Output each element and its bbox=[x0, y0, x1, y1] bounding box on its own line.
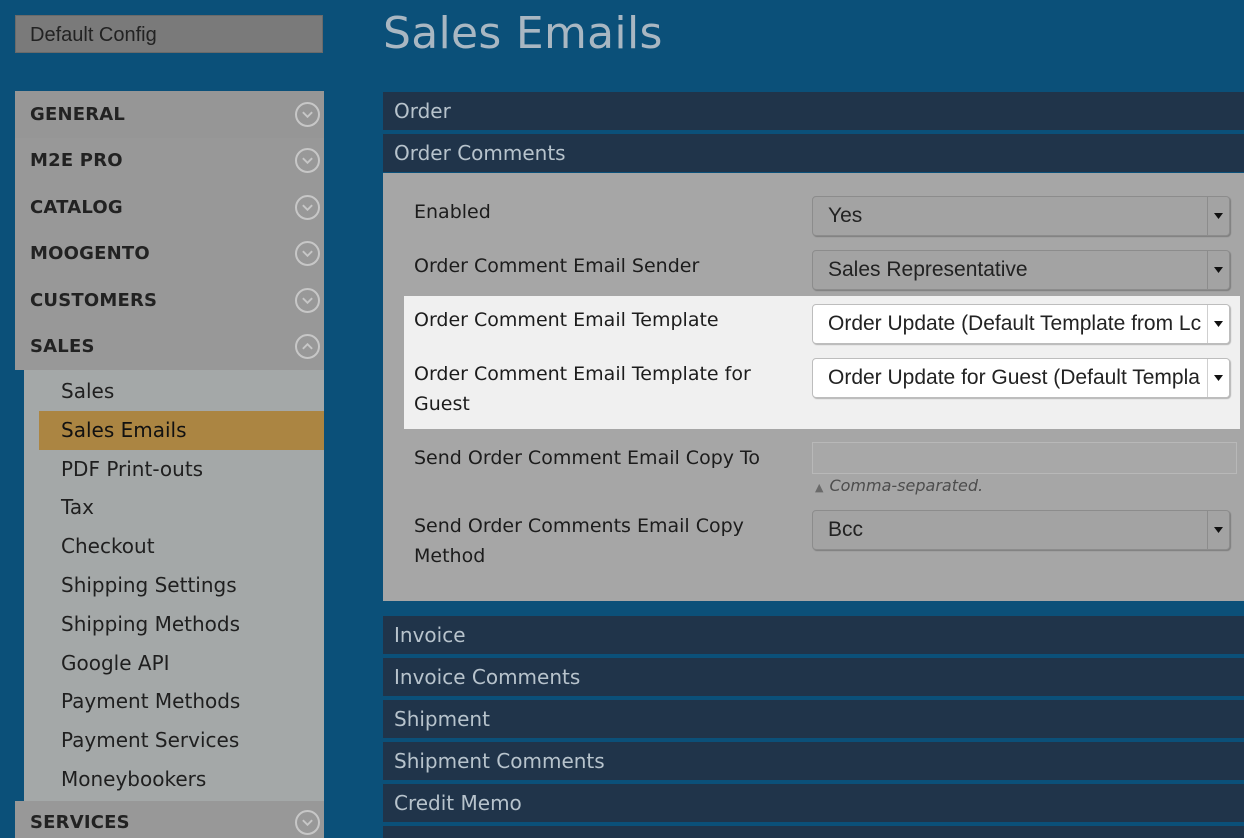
template-select[interactable]: Order Update (Default Template from Lc bbox=[812, 304, 1230, 344]
template-value: Order Update (Default Template from Lc bbox=[828, 312, 1202, 335]
sidebar-item-payment-services[interactable]: Payment Services bbox=[24, 721, 324, 760]
sidebar-item-moneybookers[interactable]: Moneybookers bbox=[24, 760, 324, 799]
enabled-label: Enabled bbox=[414, 201, 491, 223]
enabled-select[interactable]: Yes bbox=[812, 196, 1230, 236]
copy-to-hint: ▲ Comma-separated. bbox=[815, 476, 983, 498]
sidebar-group-services[interactable]: SERVICES bbox=[15, 800, 324, 838]
sidebar-item-checkout[interactable]: Checkout bbox=[24, 527, 324, 566]
enabled-value: Yes bbox=[828, 204, 863, 227]
template-label: Order Comment Email Template bbox=[414, 309, 719, 331]
sender-select[interactable]: Sales Representative bbox=[812, 250, 1230, 290]
chevron-down-icon bbox=[295, 101, 320, 127]
sidebar-group-sales[interactable]: SALES bbox=[15, 323, 324, 370]
sidebar-group-catalog[interactable]: CATALOG bbox=[15, 184, 324, 231]
sidebar-group-label: GENERAL bbox=[30, 103, 126, 125]
dropdown-arrow-icon bbox=[1207, 197, 1229, 235]
dropdown-arrow-icon bbox=[1207, 359, 1229, 397]
sidebar-item-google-api[interactable]: Google API bbox=[24, 644, 324, 683]
section-credit-memo[interactable]: Credit Memo bbox=[383, 784, 1244, 822]
page-title: Sales Emails bbox=[383, 8, 663, 59]
sidebar-group-label: SALES bbox=[30, 336, 95, 358]
section-shipment[interactable]: Shipment bbox=[383, 700, 1244, 738]
copy-to-label: Send Order Comment Email Copy To bbox=[414, 447, 761, 469]
guest-template-value: Order Update for Guest (Default Templa bbox=[828, 366, 1200, 389]
section-invoice[interactable]: Invoice bbox=[383, 616, 1244, 654]
section-invoice-comments[interactable]: Invoice Comments bbox=[383, 658, 1244, 696]
sidebar-group-customers[interactable]: CUSTOMERS bbox=[15, 277, 324, 324]
sidebar-item-shipping-methods[interactable]: Shipping Methods bbox=[24, 605, 324, 644]
sidebar-group-label: CATALOG bbox=[30, 196, 123, 218]
sales-submenu: Sales Sales Emails PDF Print-outs Tax Ch… bbox=[24, 370, 324, 801]
sidebar-group-label: MOOGENTO bbox=[30, 243, 150, 265]
chevron-down-icon bbox=[295, 287, 320, 313]
guest-template-label: Order Comment Email Template for Guest bbox=[414, 363, 751, 415]
sidebar-group-label: M2E PRO bbox=[30, 150, 123, 172]
copy-to-hint-text: Comma-separated. bbox=[829, 476, 984, 495]
copy-method-select[interactable]: Bcc bbox=[812, 510, 1230, 550]
config-sidebar: GENERAL M2E PRO CATALOG MOOGENTO CUSTOME… bbox=[15, 91, 324, 838]
dropdown-arrow-icon bbox=[1207, 305, 1229, 343]
sidebar-item-payment-methods[interactable]: Payment Methods bbox=[24, 682, 324, 721]
chevron-down-icon bbox=[295, 194, 320, 220]
sidebar-group-label: CUSTOMERS bbox=[30, 289, 158, 311]
sidebar-item-sales[interactable]: Sales bbox=[24, 372, 324, 411]
chevron-down-icon bbox=[295, 810, 320, 836]
copy-method-value: Bcc bbox=[828, 518, 864, 541]
sidebar-group-m2e-pro[interactable]: M2E PRO bbox=[15, 137, 324, 184]
copy-to-input[interactable] bbox=[812, 442, 1237, 474]
copy-method-label: Send Order Comments Email Copy Method bbox=[414, 515, 744, 567]
sidebar-item-shipping-settings[interactable]: Shipping Settings bbox=[24, 566, 324, 605]
sender-value: Sales Representative bbox=[828, 258, 1028, 281]
dropdown-arrow-icon bbox=[1207, 511, 1229, 549]
guest-template-select[interactable]: Order Update for Guest (Default Templa bbox=[812, 358, 1230, 398]
section-credit-memo-comments[interactable] bbox=[383, 826, 1244, 838]
section-order-comments[interactable]: Order Comments bbox=[383, 134, 1244, 172]
sidebar-item-sales-emails[interactable]: Sales Emails bbox=[39, 410, 324, 450]
chevron-down-icon bbox=[295, 241, 320, 267]
sidebar-group-moogento[interactable]: MOOGENTO bbox=[15, 230, 324, 277]
sidebar-item-tax[interactable]: Tax bbox=[24, 488, 324, 527]
triangle-up-icon: ▲ bbox=[815, 481, 824, 494]
dropdown-arrow-icon bbox=[1207, 251, 1229, 289]
scope-switcher[interactable]: Default Config bbox=[15, 15, 323, 53]
scope-label: Default Config bbox=[30, 24, 157, 46]
chevron-down-icon bbox=[295, 148, 320, 174]
section-order[interactable]: Order bbox=[383, 92, 1244, 130]
sidebar-item-pdf-print-outs[interactable]: PDF Print-outs bbox=[24, 450, 324, 489]
sender-label: Order Comment Email Sender bbox=[414, 255, 700, 277]
sidebar-group-general[interactable]: GENERAL bbox=[15, 91, 324, 138]
sidebar-group-label: SERVICES bbox=[30, 812, 130, 834]
section-shipment-comments[interactable]: Shipment Comments bbox=[383, 742, 1244, 780]
chevron-up-icon bbox=[295, 334, 320, 360]
